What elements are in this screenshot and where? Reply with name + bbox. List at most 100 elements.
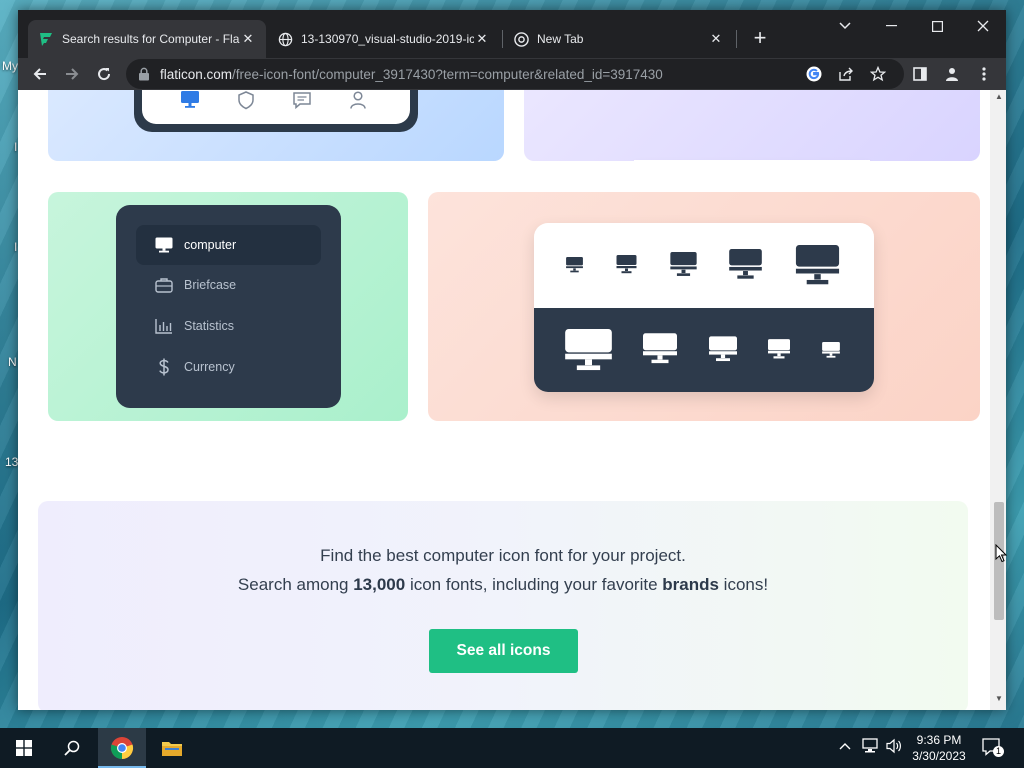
reload-button[interactable] (90, 60, 118, 88)
chrome-icon (514, 31, 529, 47)
monitor-icon (670, 252, 697, 276)
browser-window: Search results for Computer - Fla ✕ 13-1… (18, 10, 1006, 710)
desktop-icon-label[interactable]: 13 (5, 455, 18, 469)
close-tab-icon[interactable]: ✕ (240, 31, 256, 47)
cta-heading: Find the best computer icon font for you… (320, 546, 686, 565)
taskbar-file-explorer[interactable] (148, 728, 196, 768)
menu-item-currency: Currency (136, 347, 321, 387)
preview-card-blue (48, 90, 504, 161)
menu-item-label: Briefcase (184, 278, 237, 292)
lock-icon[interactable] (138, 67, 150, 81)
dollar-icon (154, 357, 174, 377)
icon-sizes-light-row (534, 223, 874, 308)
see-all-icons-button[interactable]: See all icons (429, 629, 578, 673)
preview-element (634, 160, 870, 161)
phone-mockup (134, 90, 418, 132)
tab-flaticon-search[interactable]: Search results for Computer - Fla ✕ (28, 20, 266, 58)
monitor-icon (181, 91, 199, 108)
windows-logo-icon (16, 740, 32, 756)
notification-center-icon[interactable]: 1 (982, 737, 1004, 760)
side-panel-icon[interactable] (906, 60, 934, 88)
icon-sizes-dark-row (534, 308, 874, 392)
folder-icon (162, 742, 182, 756)
clock-date: 3/30/2023 (912, 749, 966, 763)
menu-kebab-icon[interactable] (970, 60, 998, 88)
show-hidden-icons-chevron-icon[interactable] (839, 738, 851, 753)
forward-button[interactable] (58, 60, 86, 88)
phone-screen (142, 90, 410, 124)
network-icon[interactable] (862, 738, 880, 757)
address-bar[interactable]: flaticon.com/free-icon-font/computer_391… (126, 59, 904, 89)
briefcase-icon (154, 275, 174, 295)
maximize-button[interactable] (914, 10, 960, 42)
tab-separator (502, 30, 503, 48)
taskbar-clock[interactable]: 9:36 PM 3/30/2023 (904, 732, 974, 764)
monitor-icon (154, 235, 174, 255)
desktop-icon-label[interactable]: My (2, 59, 18, 73)
brands-text: brands (662, 575, 719, 594)
menu-item-label: Statistics (184, 319, 235, 333)
profile-icon[interactable] (938, 60, 966, 88)
preview-card-menu: computer Briefcase Statistics Currency (48, 192, 408, 421)
cta-text: Search among (237, 575, 354, 594)
shield-icon (238, 91, 254, 110)
monitor-icon (565, 329, 612, 371)
volume-icon[interactable] (886, 738, 902, 757)
page-scrollbar[interactable]: ▲ ▼ (990, 90, 1006, 710)
google-icon[interactable] (804, 64, 824, 84)
cta-text: icons! (718, 575, 769, 594)
start-button[interactable] (0, 728, 48, 768)
url-path: /free-icon-font/computer_3917430?term=co… (232, 67, 663, 82)
chrome-icon (110, 737, 134, 760)
tab-title: New Tab (537, 32, 584, 46)
icon-menu-panel: computer Briefcase Statistics Currency (116, 205, 341, 408)
desktop-icon-label[interactable]: N (8, 355, 17, 369)
minimize-button[interactable] (868, 10, 914, 42)
url-domain: flaticon.com (160, 67, 233, 82)
notification-count-badge: 1 (993, 746, 1004, 757)
back-button[interactable] (26, 60, 54, 88)
close-window-button[interactable] (960, 10, 1006, 42)
search-button[interactable] (48, 728, 96, 768)
close-tab-icon[interactable]: ✕ (708, 31, 724, 47)
menu-item-briefcase: Briefcase (136, 265, 321, 305)
menu-item-label: computer (184, 238, 237, 252)
desktop-icon-label[interactable]: I (14, 240, 17, 254)
monitor-icon (729, 249, 762, 279)
tab-search-chevron-icon[interactable] (822, 10, 868, 42)
globe-icon (278, 32, 293, 46)
monitor-icon (768, 339, 790, 359)
cta-text: icon fonts, including your favorite (405, 575, 663, 594)
search-icon (64, 740, 80, 756)
taskbar-chrome[interactable] (98, 728, 146, 768)
new-tab-button[interactable]: + (746, 24, 774, 52)
tab-visual-studio[interactable]: 13-130970_visual-studio-2019-ic ✕ (268, 20, 500, 58)
scroll-down-arrow-icon[interactable]: ▼ (994, 694, 1004, 706)
monitor-icon (822, 342, 840, 358)
monitor-icon (643, 333, 677, 364)
scroll-up-arrow-icon[interactable]: ▲ (994, 92, 1004, 104)
tab-strip: Search results for Computer - Fla ✕ 13-1… (18, 10, 1006, 58)
flaticon-logo-icon (40, 33, 52, 46)
browser-toolbar: flaticon.com/free-icon-font/computer_391… (18, 58, 1006, 90)
menu-item-statistics: Statistics (136, 306, 321, 346)
url-text: flaticon.com/free-icon-font/computer_391… (160, 67, 663, 82)
tab-title: 13-130970_visual-studio-2019-ic (301, 32, 474, 46)
page-viewport: computer Briefcase Statistics Currency F… (18, 90, 1006, 710)
icon-count: 13,000 (353, 575, 406, 594)
taskbar: 9:36 PM 3/30/2023 1 (0, 728, 1024, 768)
preview-card-sizes (428, 192, 980, 421)
monitor-icon (616, 255, 637, 274)
desktop-icon-label[interactable]: I (14, 140, 17, 154)
cta-subheading: Search among 13,000 icon fonts, includin… (38, 575, 968, 595)
bookmark-star-icon[interactable] (868, 64, 888, 84)
user-icon (350, 91, 366, 109)
monitor-icon (566, 257, 583, 273)
clock-time: 9:36 PM (916, 733, 962, 747)
menu-item-label: Currency (184, 360, 235, 374)
close-tab-icon[interactable]: ✕ (474, 31, 490, 47)
share-icon[interactable] (836, 64, 856, 84)
tab-new-tab[interactable]: New Tab ✕ (504, 20, 734, 58)
mouse-cursor-icon (995, 544, 1007, 563)
chart-icon (154, 316, 174, 336)
